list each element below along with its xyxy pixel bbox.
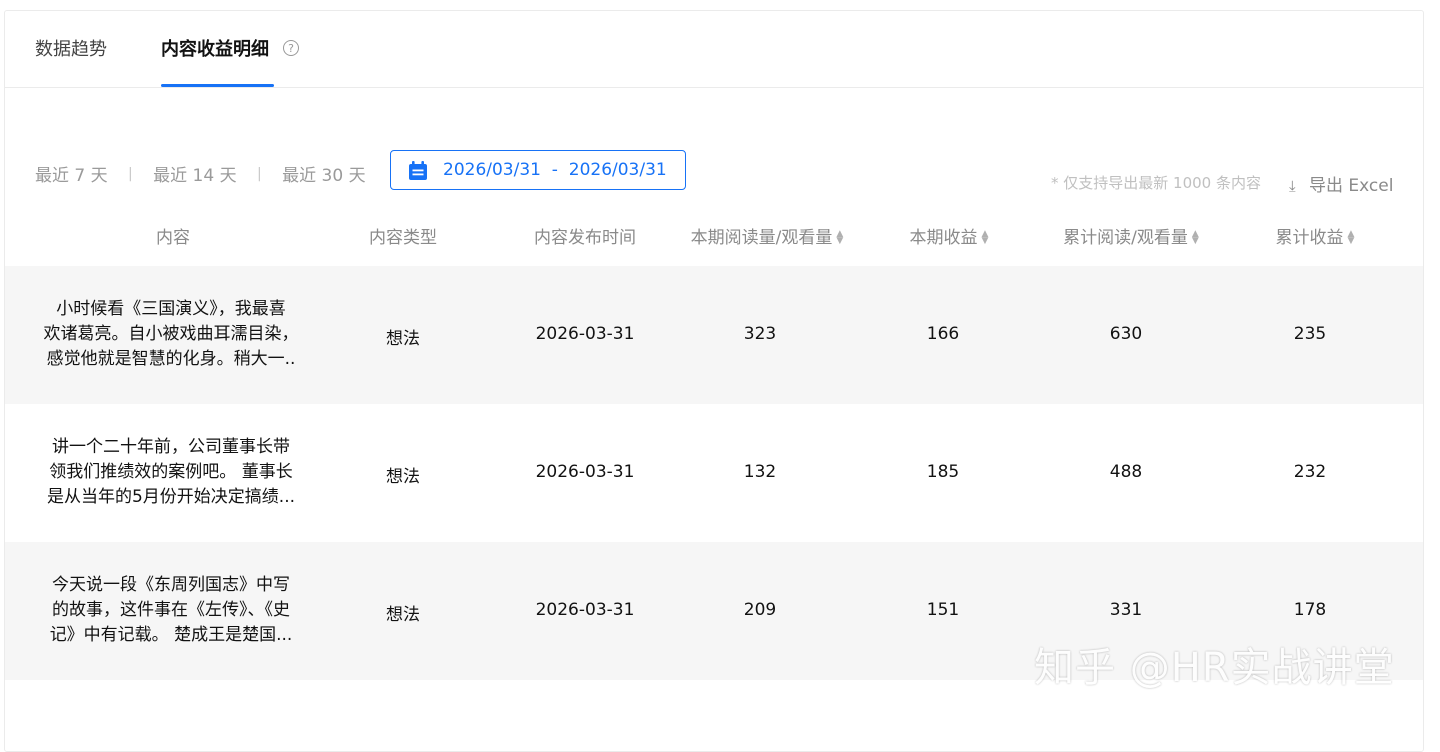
filter-last-30-days[interactable]: 最近 30 天 (282, 161, 365, 186)
content-line: 小时候看《三国演义》，我最喜 (56, 299, 286, 319)
date-filter-group: 最近 7 天 | 最近 14 天 | 最近 30 天 (35, 161, 366, 187)
publish-date: 2026-03-31 (535, 462, 635, 482)
date-start: 2026/03/31 (443, 160, 541, 180)
column-header-period-views[interactable]: 本期阅读量/观看量 ▲ ▼ (691, 223, 844, 248)
column-header-period-income[interactable]: 本期收益 ▲ ▼ (910, 223, 989, 248)
period-income: 151 (926, 600, 960, 620)
total-income: 178 (1293, 600, 1327, 620)
table-row[interactable]: 小时候看《三国演义》，我最喜 欢诸葛亮。自小被戏曲耳濡目染， 感觉他就是智慧的化… (5, 266, 1423, 404)
column-header-publish-time: 内容发布时间 (534, 228, 636, 248)
column-header-total-views[interactable]: 累计阅读/观看量 ▲ ▼ (1063, 223, 1199, 248)
tab-content-income-detail[interactable]: 内容收益明细 (161, 38, 269, 62)
filter-separator: | (257, 165, 262, 182)
content-line: 是从当年的5月份开始决定搞绩... (46, 487, 296, 507)
total-views: 630 (1109, 324, 1143, 344)
total-income: 235 (1293, 324, 1327, 344)
content-type: 想法 (386, 605, 420, 625)
content-type: 想法 (386, 329, 420, 349)
question-circle-icon[interactable]: ? (283, 40, 299, 56)
column-header-content: 内容 (156, 228, 190, 248)
total-views: 488 (1109, 462, 1143, 482)
period-views: 209 (743, 600, 777, 620)
export-excel-label: 导出 Excel (1309, 176, 1394, 196)
date-separator: - (551, 160, 558, 180)
table-header: 内容 内容类型 内容发布时间 本期阅读量/观看量 ▲ ▼ 本期收益 ▲ ▼ 累计阅读/观… (5, 223, 1423, 253)
sort-icon[interactable]: ▲ ▼ (1348, 230, 1355, 246)
total-views: 331 (1109, 600, 1143, 620)
publish-date: 2026-03-31 (535, 324, 635, 344)
content-line: 欢诸葛亮。自小被戏曲耳濡目染， (43, 324, 299, 344)
content-preview[interactable]: 小时候看《三国演义》，我最喜 欢诸葛亮。自小被戏曲耳濡目染， 感觉他就是智慧的化… (31, 297, 311, 372)
tab-bar: 数据趋势 内容收益明细 ? (5, 11, 1423, 88)
total-income: 232 (1293, 462, 1327, 482)
sort-icon[interactable]: ▲ ▼ (836, 230, 843, 246)
period-income: 166 (926, 324, 960, 344)
column-header-label: 累计阅读/观看量 (1063, 228, 1188, 248)
column-header-label: 累计收益 (1275, 228, 1344, 248)
content-line: 领我们推绩效的案例吧。 董事长 (49, 462, 293, 482)
download-icon: ⤓ (1289, 177, 1296, 195)
active-tab-indicator (161, 84, 274, 87)
content-line: 的故事，这件事在《左传》、《史 (52, 600, 290, 620)
content-line: 今天说一段《东周列国志》中写 (52, 575, 290, 595)
filter-separator: | (128, 165, 133, 182)
date-range-text: 2026/03/31 - 2026/03/31 (443, 159, 667, 181)
column-header-total-income[interactable]: 累计收益 ▲ ▼ (1276, 223, 1355, 248)
date-range-picker[interactable]: 2026/03/31 - 2026/03/31 (390, 150, 686, 190)
column-header-type: 内容类型 (369, 228, 437, 248)
column-header-label: 本期收益 (909, 228, 978, 248)
export-limit-note: * 仅支持导出最新 1000 条内容 (1051, 174, 1261, 192)
export-excel-button[interactable]: ⤓ 导出 Excel (1289, 171, 1393, 196)
period-income: 185 (926, 462, 960, 482)
table-row[interactable]: 讲一个二十年前，公司董事长带 领我们推绩效的案例吧。 董事长 是从当年的5月份开… (5, 404, 1423, 542)
tab-data-trend[interactable]: 数据趋势 (35, 38, 107, 62)
content-line: 感觉他就是智慧的化身。稍大一.. (46, 349, 296, 369)
watermark: 知乎 @HR实战讲堂 (1034, 645, 1395, 691)
publish-date: 2026-03-31 (535, 600, 635, 620)
content-preview[interactable]: 讲一个二十年前，公司董事长带 领我们推绩效的案例吧。 董事长 是从当年的5月份开… (31, 435, 311, 510)
filter-last-7-days[interactable]: 最近 7 天 (35, 161, 108, 186)
content-type: 想法 (386, 467, 420, 487)
sort-icon[interactable]: ▲ ▼ (1192, 230, 1199, 246)
period-views: 323 (743, 324, 777, 344)
period-views: 132 (743, 462, 777, 482)
column-header-label: 本期阅读量/观看量 (690, 228, 833, 248)
calendar-icon (409, 161, 427, 180)
content-line: 讲一个二十年前，公司董事长带 (52, 437, 290, 457)
sort-icon[interactable]: ▲ ▼ (982, 230, 989, 246)
filter-last-14-days[interactable]: 最近 14 天 (153, 161, 236, 186)
date-end: 2026/03/31 (568, 160, 667, 180)
content-preview[interactable]: 今天说一段《东周列国志》中写 的故事，这件事在《左传》、《史 记》中有记载。 楚… (31, 573, 311, 648)
content-line: 记》中有记载。 楚成王是楚国... (49, 625, 293, 645)
